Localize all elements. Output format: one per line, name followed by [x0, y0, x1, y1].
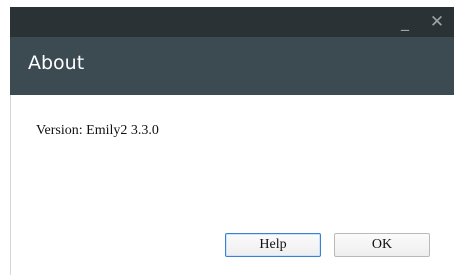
version-text: Version: Emily2 3.3.0	[36, 123, 159, 138]
dialog-title: About	[28, 52, 85, 74]
dialog-body: Version: Emily2 3.3.0 Help OK	[10, 95, 454, 275]
dialog-header: About	[10, 37, 454, 95]
help-button[interactable]: Help	[225, 233, 321, 257]
ok-button[interactable]: OK	[334, 233, 430, 257]
close-icon[interactable]: ✕	[426, 7, 448, 37]
about-dialog: _ ✕ About Version: Emily2 3.3.0 Help OK	[0, 0, 454, 275]
minimize-icon[interactable]: _	[394, 7, 416, 37]
window-titlebar[interactable]: _ ✕	[10, 7, 454, 37]
